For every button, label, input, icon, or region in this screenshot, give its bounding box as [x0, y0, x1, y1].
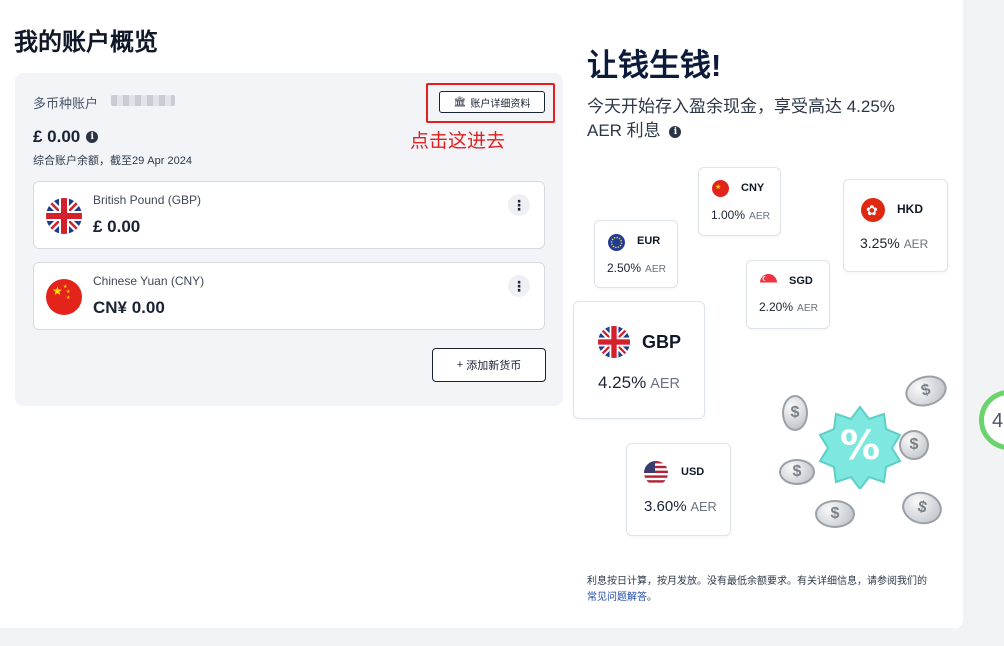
rate-card-sgd: SGD 2.20% AER [746, 260, 830, 329]
rate-value: 3.25% AER [860, 235, 928, 251]
eu-flag-icon [608, 234, 625, 251]
annotation-text: 点击这进去 [410, 131, 506, 152]
rate-percent: 3.25% [860, 235, 900, 251]
promo-title: 让钱生钱! [587, 48, 722, 83]
interest-footnote: 利息按日计算，按月发放。没有最低余额要求。有关详细信息，请参阅我们的 常见问题解… [587, 574, 952, 606]
svg-text:✿: ✿ [866, 203, 878, 219]
rate-percent: 4.25% [598, 373, 647, 392]
svg-text:★: ★ [66, 295, 71, 301]
balance-note: 综合账户余额，截至29 Apr 2024 [33, 155, 192, 167]
promo-subtitle: 今天开始存入盈余现金，享受高达 4.25% AER 利息 i [587, 95, 927, 143]
coin-icon: $ [899, 488, 945, 528]
aer-label: AER [797, 303, 818, 314]
rate-percent: 2.20% [759, 300, 794, 314]
footnote-end: 。 [647, 592, 657, 603]
info-icon[interactable]: i [669, 125, 682, 138]
rate-code: HKD [897, 202, 923, 216]
add-currency-button[interactable]: + 添加新货币 [432, 348, 546, 382]
balance-amount: £ 0.00 [33, 127, 81, 146]
rate-percent: 1.00% [711, 208, 746, 222]
main-panel: 我的账户概览 多币种账户 🏛 账户详细资料 £ 0.00 i 综合账户余额，截至… [0, 0, 963, 628]
rate-card-cny: ★ CNY 1.00% AER [698, 167, 781, 236]
currency-name: Chinese Yuan (CNY) [93, 274, 205, 288]
currency-card-cny[interactable]: ★ ★ ★ ★ Chinese Yuan (CNY) CN¥ 0.00 ⋮ [33, 262, 545, 330]
page-title: 我的账户概览 [14, 29, 158, 56]
rate-value: 2.20% AER [759, 300, 818, 314]
aer-label: AER [650, 376, 680, 392]
aer-label: AER [645, 264, 666, 275]
more-options-icon[interactable]: ⋮ [508, 194, 530, 216]
rate-card-eur: EUR 2.50% AER [594, 220, 678, 288]
rate-code: GBP [642, 332, 682, 352]
rate-value: 4.25% AER [598, 373, 680, 393]
faq-link[interactable]: 常见问题解答 [587, 592, 647, 603]
currency-amount: £ 0.00 [93, 217, 141, 236]
coin-icon: $ [899, 430, 929, 460]
rate-card-hkd: ✿ HKD 3.25% AER [843, 179, 948, 272]
percent-badge-icon: % [818, 405, 902, 491]
currency-name: British Pound (GBP) [93, 193, 202, 207]
svg-text:★: ★ [715, 183, 721, 191]
currency-card-gbp[interactable]: British Pound (GBP) £ 0.00 ⋮ [33, 181, 545, 249]
plus-icon: + [456, 359, 464, 371]
china-flag-icon: ★ ★ ★ ★ [46, 279, 82, 315]
add-currency-label: 添加新货币 [466, 360, 522, 372]
rate-card-usd: USD 3.60% AER [626, 443, 731, 536]
aer-label: AER [749, 211, 770, 222]
aer-label: AER [903, 237, 929, 251]
annotation-highlight-box [426, 83, 555, 123]
rate-value: 1.00% AER [711, 208, 770, 222]
china-flag-icon: ★ [712, 180, 729, 197]
account-label: 多币种账户 [33, 96, 99, 111]
rate-code: USD [681, 466, 705, 478]
more-options-icon[interactable]: ⋮ [508, 275, 530, 297]
svg-text:★: ★ [52, 284, 63, 298]
coin-icon: $ [782, 395, 808, 431]
currency-amount: CN¥ 0.00 [93, 298, 165, 317]
total-balance: £ 0.00 i [33, 127, 99, 147]
percent-symbol: % [839, 423, 881, 469]
rate-value: 3.60% AER [644, 498, 717, 515]
us-flag-icon [644, 461, 668, 485]
aer-label: AER [690, 499, 717, 514]
hong-kong-flag-icon: ✿ [861, 198, 885, 222]
uk-flag-icon [598, 326, 630, 358]
rate-percent: 3.60% [644, 498, 687, 515]
masked-account-number [111, 95, 175, 106]
coin-icon: $ [779, 459, 815, 485]
uk-flag-icon [46, 198, 82, 234]
promo-subtitle-text: 今天开始存入盈余现金，享受高达 4.25% AER 利息 [587, 97, 895, 140]
singapore-flag-icon [760, 274, 777, 291]
footnote-text: 利息按日计算，按月发放。没有最低余额要求。有关详细信息，请参阅我们的 [587, 576, 927, 587]
rate-code: EUR [637, 235, 661, 247]
rate-code: CNY [741, 182, 765, 194]
rate-value: 2.50% AER [607, 261, 666, 275]
info-icon[interactable]: i [86, 131, 99, 143]
progress-ring-text: 4 [992, 410, 1004, 432]
rate-code: SGD [789, 275, 813, 287]
rate-card-gbp: GBP 4.25% AER [573, 301, 705, 419]
coin-icon: $ [815, 500, 855, 528]
rate-percent: 2.50% [607, 261, 642, 275]
coin-icon: $ [901, 371, 951, 411]
